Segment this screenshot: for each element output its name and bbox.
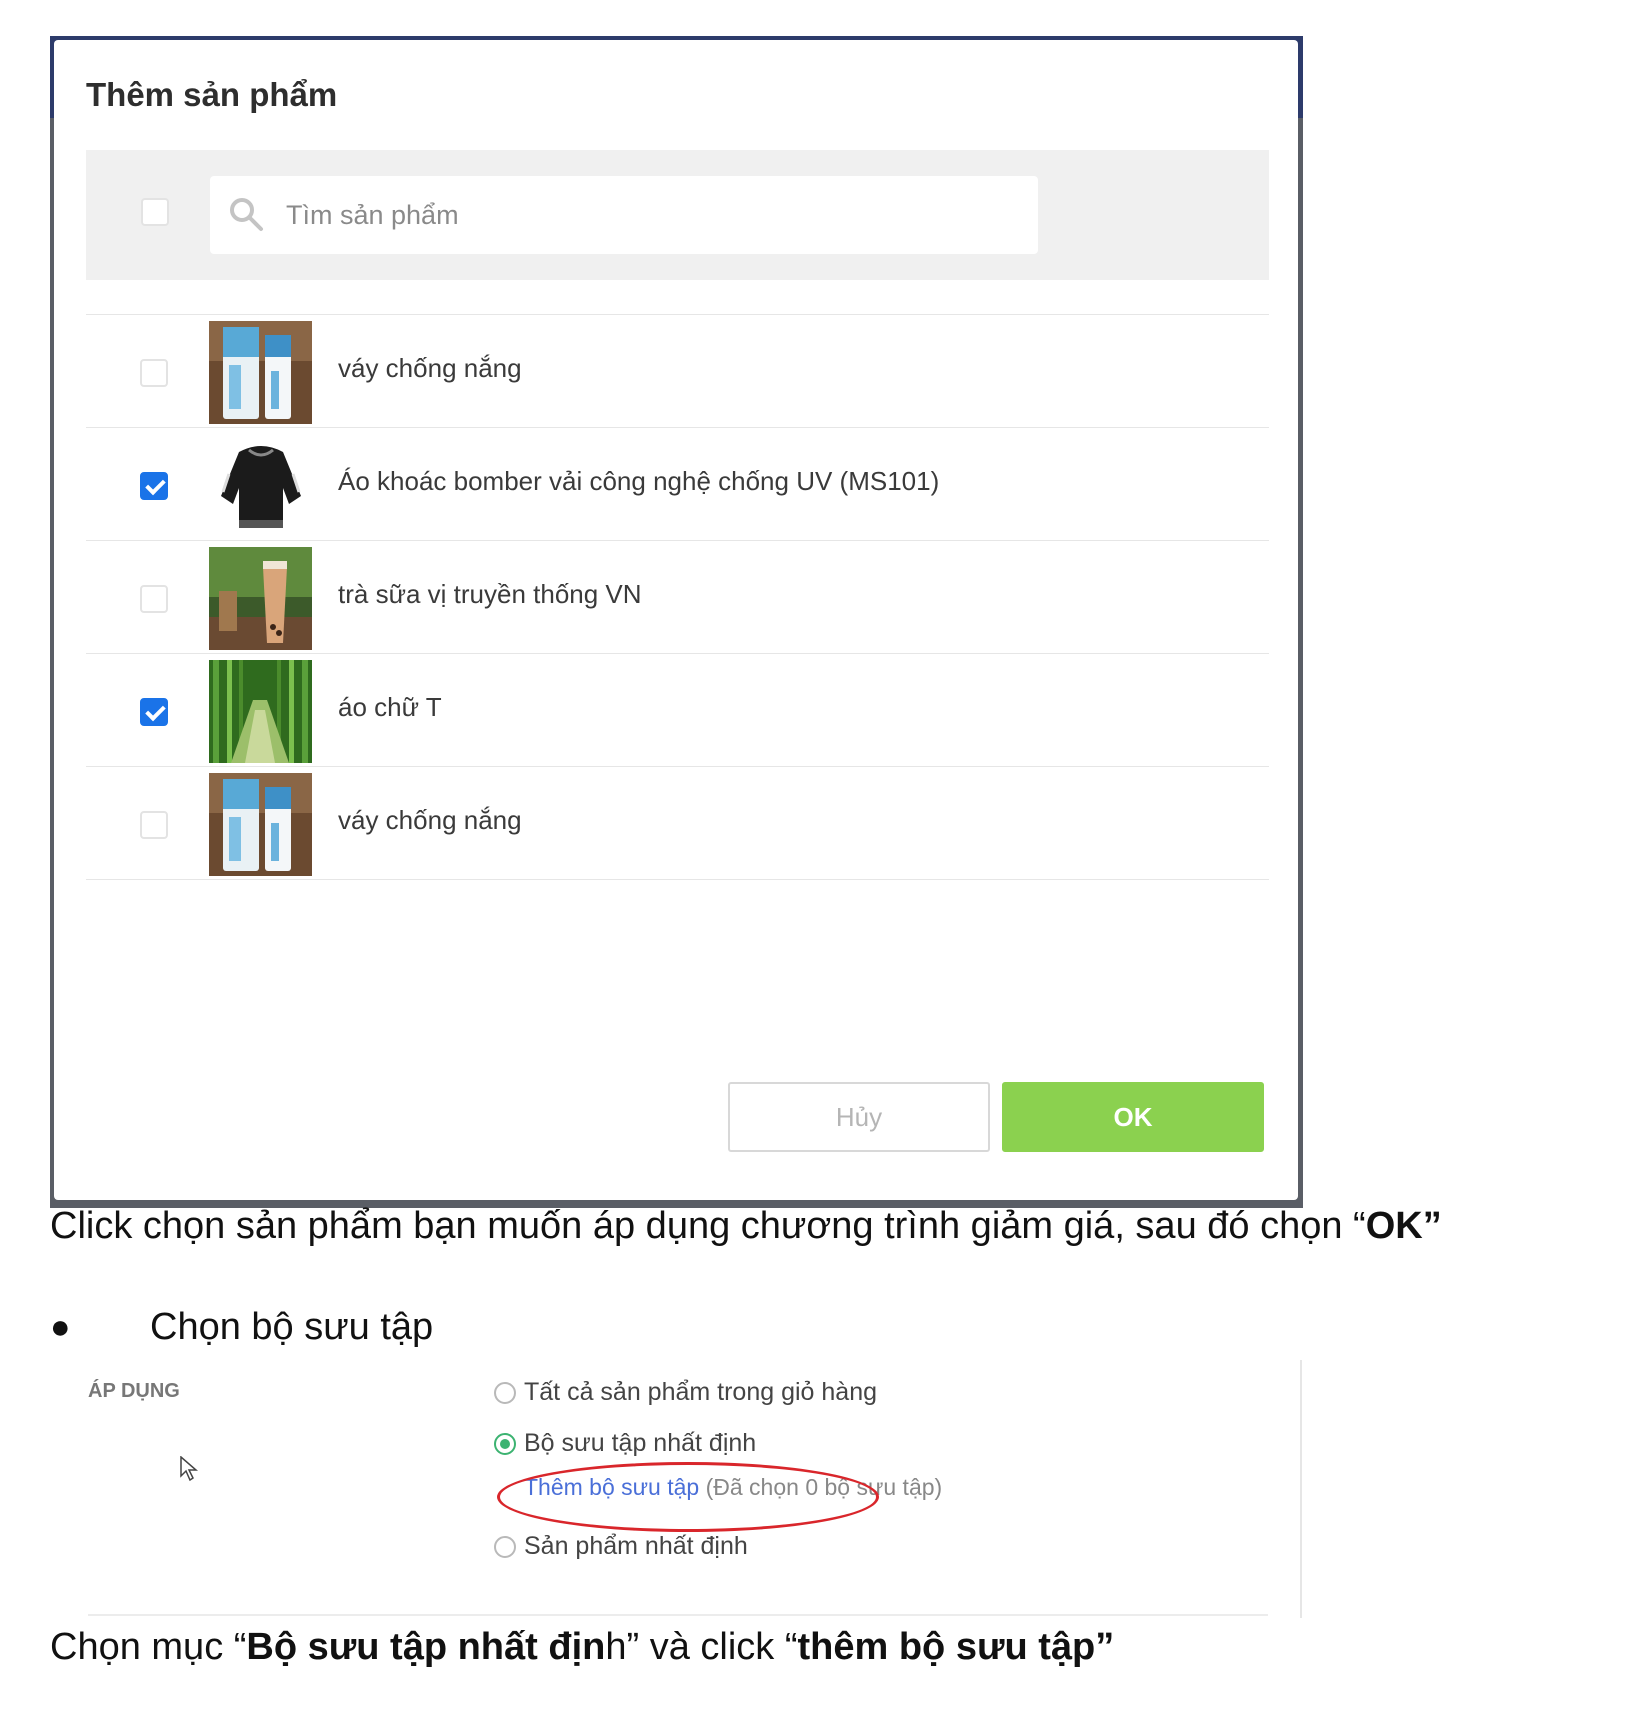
panel-bottom-divider <box>88 1614 1268 1616</box>
panel-divider <box>1300 1360 1302 1618</box>
bullet-heading: Chọn bộ sưu tập <box>150 1306 434 1348</box>
caption-emphasis: thêm bộ sưu tập” <box>797 1626 1115 1668</box>
product-thumbnail-milk-tea <box>209 547 312 650</box>
product-list: váy chống nắng Áo khoác bomber vải công … <box>86 314 1269 880</box>
product-row[interactable]: áo chữ T <box>86 653 1269 766</box>
product-checkbox[interactable] <box>140 585 168 613</box>
product-checkbox[interactable] <box>140 359 168 387</box>
apply-label: ÁP DỤNG <box>88 1380 180 1402</box>
radio-label-all-cart-products[interactable]: Tất cả sản phẩm trong giỏ hàng <box>524 1378 877 1407</box>
search-toolbar <box>86 150 1269 280</box>
caption-ok-emphasis: OK” <box>1365 1205 1442 1247</box>
cancel-button[interactable]: Hủy <box>728 1082 990 1152</box>
caption-text: Chọn mục “ <box>50 1626 247 1668</box>
search-icon <box>230 198 263 231</box>
product-checkbox[interactable] <box>140 698 168 726</box>
product-thumbnail-sunscreen <box>209 773 312 876</box>
bullet-icon: ● <box>50 1308 71 1346</box>
product-checkbox[interactable] <box>140 811 168 839</box>
product-thumbnail-bamboo-forest <box>209 660 312 763</box>
radio-specific-collection[interactable] <box>494 1433 516 1455</box>
radio-label-specific-products[interactable]: Sản phẩm nhất định <box>524 1532 748 1561</box>
add-product-screenshot: Thêm sản phẩm Tìm sản phẩm váy chống nắn… <box>50 36 1303 1208</box>
product-row[interactable]: váy chống nắng <box>86 314 1269 427</box>
product-checkbox[interactable] <box>140 472 168 500</box>
apply-options-screenshot: ÁP DỤNG Tất cả sản phẩm trong giỏ hàng B… <box>82 1360 1302 1618</box>
radio-all-cart-products[interactable] <box>494 1382 516 1404</box>
product-thumbnail-sunscreen <box>209 321 312 424</box>
modal-title: Thêm sản phẩm <box>86 76 338 113</box>
ok-button[interactable]: OK <box>1002 1082 1264 1152</box>
caption-text: h” và click “ <box>605 1626 798 1668</box>
highlight-ellipse <box>497 1462 879 1532</box>
add-product-modal: Thêm sản phẩm Tìm sản phẩm váy chống nắn… <box>54 40 1298 1200</box>
caption-choose-collection: Chọn mục “Bộ sưu tập nhất định” và click… <box>50 1626 1114 1669</box>
product-row[interactable]: váy chống nắng <box>86 766 1269 880</box>
product-row[interactable]: Áo khoác bomber vải công nghệ chống UV (… <box>86 427 1269 540</box>
search-input[interactable] <box>284 192 988 238</box>
search-field[interactable] <box>210 176 1038 254</box>
product-thumbnail-bomber-jacket <box>209 434 312 537</box>
product-name: váy chống nắng <box>338 805 522 835</box>
radio-specific-products[interactable] <box>494 1536 516 1558</box>
product-name: Áo khoác bomber vải công nghệ chống UV (… <box>338 466 940 496</box>
product-name: váy chống nắng <box>338 353 522 383</box>
caption-select-products: Click chọn sản phẩm bạn muốn áp dụng chư… <box>50 1205 1442 1248</box>
product-name: áo chữ T <box>338 692 442 722</box>
select-all-checkbox[interactable] <box>141 198 169 226</box>
product-name: trà sữa vị truyền thống VN <box>338 579 642 609</box>
caption-text: Click chọn sản phẩm bạn muốn áp dụng chư… <box>50 1205 1366 1247</box>
radio-label-specific-collection[interactable]: Bộ sưu tập nhất định <box>524 1429 756 1458</box>
product-row[interactable]: trà sữa vị truyền thống VN <box>86 540 1269 653</box>
caption-emphasis: Bộ sưu tập nhất địn <box>246 1626 606 1668</box>
mouse-cursor-icon <box>180 1456 198 1482</box>
